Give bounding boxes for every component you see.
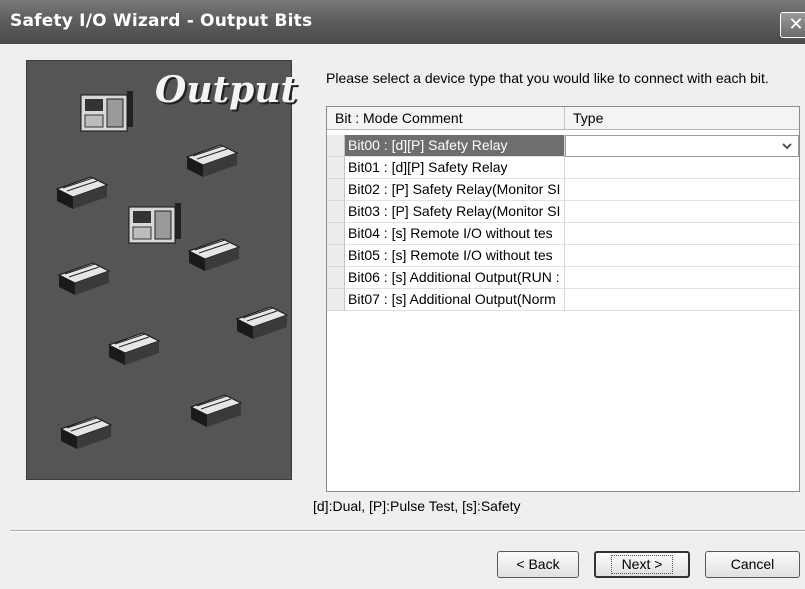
type-cell[interactable] — [565, 289, 799, 311]
chevron-down-icon[interactable] — [780, 139, 794, 153]
type-dropdown[interactable] — [565, 135, 799, 157]
legend-text: [d]:Dual, [P]:Pulse Test, [s]:Safety — [313, 498, 521, 514]
table-row[interactable]: Bit02 : [P] Safety Relay(Monitor SI — [327, 179, 799, 201]
column-header-bit-mode-comment[interactable]: Bit : Mode Comment — [327, 107, 565, 129]
close-button[interactable]: ✕ — [780, 12, 805, 38]
window-title: Safety I/O Wizard - Output Bits — [10, 11, 313, 31]
row-header[interactable] — [327, 179, 345, 201]
terminal-block-icon — [57, 262, 111, 295]
table-row[interactable]: Bit01 : [d][P] Safety Relay — [327, 157, 799, 179]
type-cell[interactable] — [565, 179, 799, 201]
row-header[interactable] — [327, 223, 345, 245]
row-header[interactable] — [327, 289, 345, 311]
terminal-block-icon — [185, 144, 239, 177]
wizard-window: Safety I/O Wizard - Output Bits ✕ Output — [0, 0, 805, 589]
back-button[interactable]: < Back — [497, 551, 579, 578]
terminal-block-icon — [235, 306, 289, 339]
cancel-button[interactable]: Cancel — [705, 551, 800, 578]
next-button-label: Next > — [610, 555, 674, 574]
terminal-block-icon — [187, 238, 241, 271]
controller-device-icon — [80, 91, 133, 132]
bit-type-grid[interactable]: Bit : Mode Comment Type Bit00 : [d][P] S… — [326, 106, 800, 492]
divider — [10, 530, 805, 532]
type-cell[interactable] — [565, 157, 799, 179]
type-cell[interactable] — [565, 201, 799, 223]
table-row[interactable]: Bit05 : [s] Remote I/O without tes — [327, 245, 799, 267]
grid-header: Bit : Mode Comment Type — [327, 107, 799, 130]
illustration-title: Output — [155, 69, 298, 111]
table-row[interactable]: Bit06 : [s] Additional Output(RUN : — [327, 267, 799, 289]
output-illustration: Output — [26, 60, 297, 480]
terminal-block-icon — [59, 416, 113, 449]
column-header-type[interactable]: Type — [565, 107, 799, 129]
bit-label-cell[interactable]: Bit04 : [s] Remote I/O without tes — [345, 223, 565, 245]
terminal-block-icon — [107, 332, 161, 365]
table-row[interactable]: Bit07 : [s] Additional Output(Norm — [327, 289, 799, 311]
bit-label-cell[interactable]: Bit00 : [d][P] Safety Relay — [345, 135, 565, 157]
bit-label-cell[interactable]: Bit06 : [s] Additional Output(RUN : — [345, 267, 565, 289]
row-header[interactable] — [327, 245, 345, 267]
next-button[interactable]: Next > — [594, 551, 690, 578]
table-row[interactable]: Bit03 : [P] Safety Relay(Monitor SI — [327, 201, 799, 223]
bit-label-cell[interactable]: Bit07 : [s] Additional Output(Norm — [345, 289, 565, 311]
bit-label-cell[interactable]: Bit02 : [P] Safety Relay(Monitor SI — [345, 179, 565, 201]
table-row[interactable]: Bit04 : [s] Remote I/O without tes — [327, 223, 799, 245]
type-cell[interactable] — [565, 245, 799, 267]
type-cell[interactable] — [565, 223, 799, 245]
table-row[interactable]: Bit00 : [d][P] Safety Relay — [327, 135, 799, 157]
terminal-block-icon — [55, 176, 109, 209]
instruction-text: Please select a device type that you wou… — [326, 70, 769, 86]
controller-device-icon — [128, 203, 181, 244]
bit-label-cell[interactable]: Bit05 : [s] Remote I/O without tes — [345, 245, 565, 267]
row-header[interactable] — [327, 135, 345, 157]
row-header[interactable] — [327, 201, 345, 223]
bit-label-cell[interactable]: Bit03 : [P] Safety Relay(Monitor SI — [345, 201, 565, 223]
close-icon: ✕ — [788, 14, 804, 35]
cancel-button-label: Cancel — [730, 556, 775, 572]
row-header[interactable] — [327, 267, 345, 289]
row-header[interactable] — [327, 157, 345, 179]
bit-label-cell[interactable]: Bit01 : [d][P] Safety Relay — [345, 157, 565, 179]
back-button-label: < Back — [516, 556, 560, 572]
type-cell[interactable] — [565, 267, 799, 289]
terminal-block-icon — [189, 394, 243, 427]
title-bar[interactable]: Safety I/O Wizard - Output Bits ✕ — [0, 0, 805, 44]
